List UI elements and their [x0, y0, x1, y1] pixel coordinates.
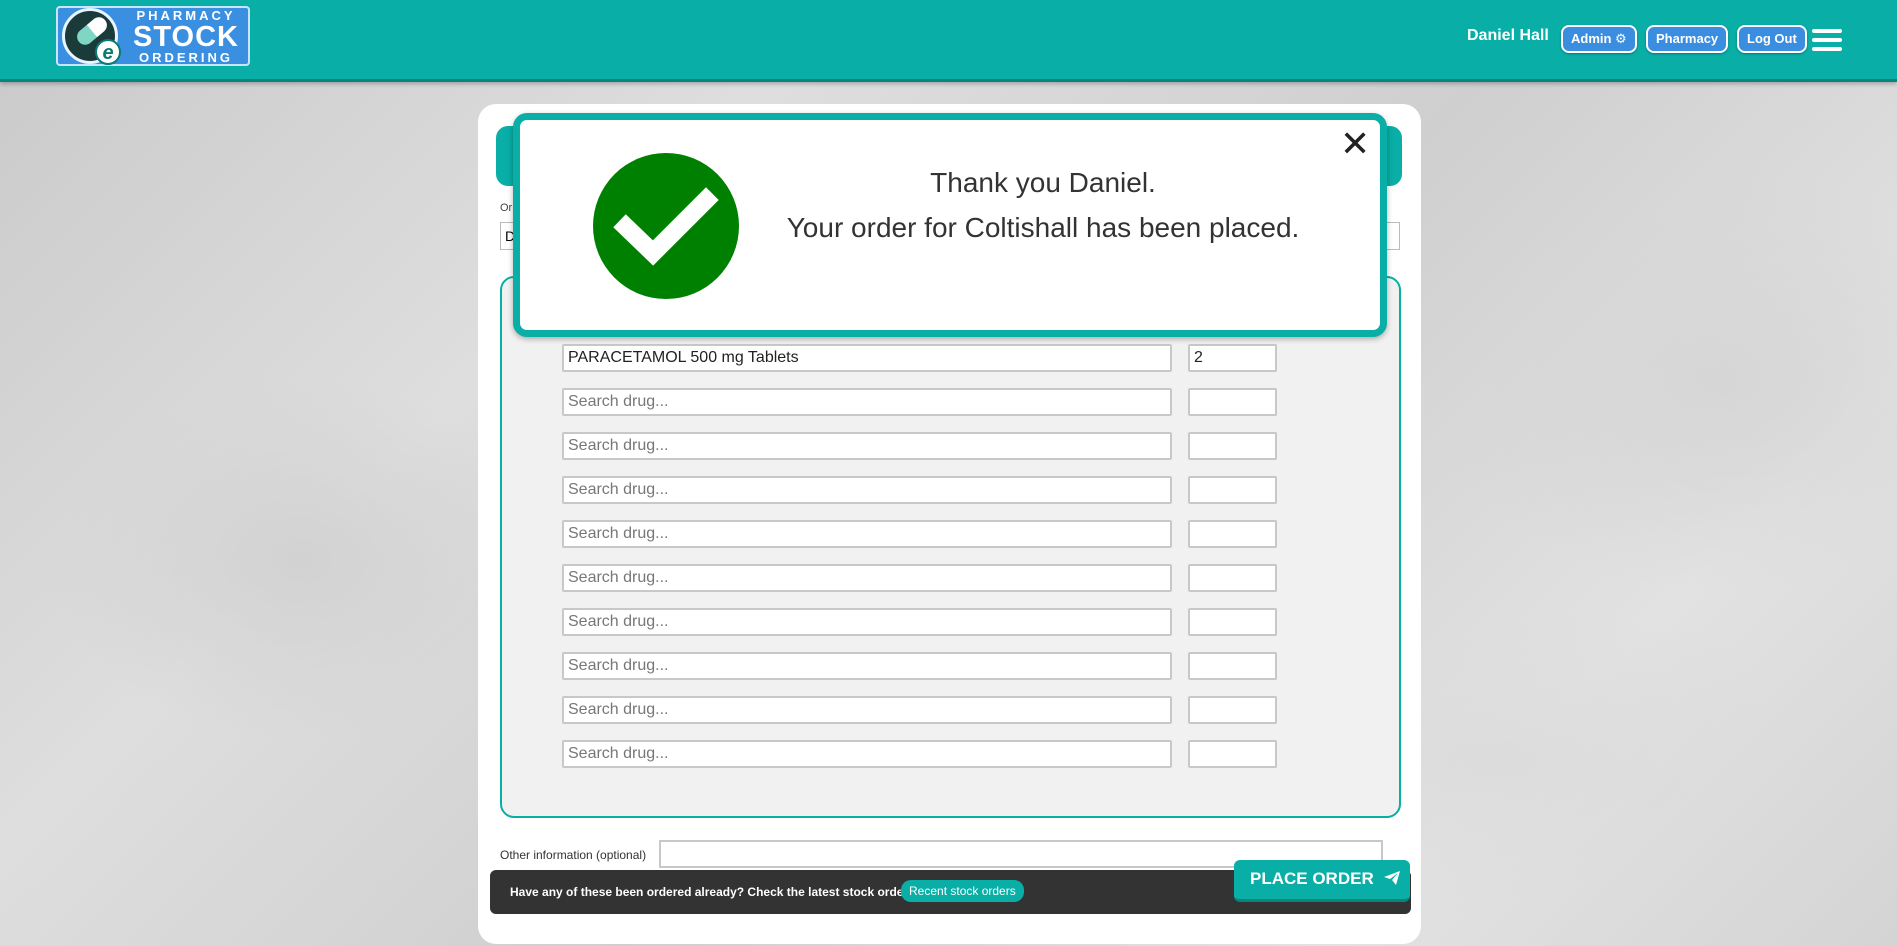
quantity-input[interactable] [1188, 344, 1277, 372]
logo-line-2: STOCK [133, 21, 239, 53]
drug-search-input[interactable] [562, 696, 1172, 724]
user-name: Daniel Hall [1467, 27, 1549, 44]
drug-search-input[interactable] [562, 564, 1172, 592]
success-message-line-1: Thank you Daniel. [930, 167, 1156, 198]
drug-search-input[interactable] [562, 740, 1172, 768]
drug-search-input[interactable] [562, 388, 1172, 416]
hamburger-bar [1812, 47, 1842, 51]
recent-orders-prompt: Have any of these been ordered already? … [510, 885, 919, 899]
drug-search-input[interactable] [562, 520, 1172, 548]
hamburger-bar [1812, 38, 1842, 42]
pill-icon: e [62, 8, 121, 65]
drug-search-input[interactable] [562, 476, 1172, 504]
order-success-modal: ✕ Thank you Daniel. Your order for Colti… [513, 113, 1387, 337]
hamburger-menu-icon[interactable] [1812, 29, 1842, 51]
quantity-input[interactable] [1188, 476, 1277, 504]
logo-e-badge: e [95, 39, 121, 65]
place-order-label: PLACE ORDER [1250, 869, 1374, 888]
logout-button[interactable]: Log Out [1737, 25, 1807, 53]
success-message-line-2: Your order for Coltishall has been place… [786, 212, 1300, 243]
success-message: Thank you Daniel. Your order for Coltish… [778, 160, 1308, 250]
paper-plane-icon [1384, 861, 1401, 899]
recent-stock-orders-button[interactable]: Recent stock orders [901, 880, 1024, 902]
top-header: e PHARMACY STOCK ORDERING Daniel Hall Ad… [0, 0, 1897, 82]
order-field-label: Or [500, 202, 513, 214]
quantity-input[interactable] [1188, 740, 1277, 768]
pharmacy-button[interactable]: Pharmacy [1646, 25, 1729, 53]
quantity-input[interactable] [1188, 432, 1277, 460]
logo-text: PHARMACY STOCK ORDERING [126, 9, 246, 65]
quantity-input[interactable] [1188, 608, 1277, 636]
close-icon[interactable]: ✕ [1340, 126, 1370, 162]
place-order-button[interactable]: PLACE ORDER [1234, 860, 1410, 902]
quantity-input[interactable] [1188, 564, 1277, 592]
drug-search-input[interactable] [562, 652, 1172, 680]
logo-line-3: ORDERING [138, 50, 234, 65]
order-footer-bar: Have any of these been ordered already? … [490, 860, 1411, 914]
admin-button[interactable]: Admin ⚙ [1561, 25, 1637, 53]
drug-search-input[interactable] [562, 608, 1172, 636]
quantity-input[interactable] [1188, 696, 1277, 724]
app-logo[interactable]: e PHARMACY STOCK ORDERING [56, 6, 250, 66]
drug-search-input[interactable] [562, 344, 1172, 372]
drug-search-input[interactable] [562, 432, 1172, 460]
drug-list-panel [500, 276, 1401, 818]
quantity-input[interactable] [1188, 652, 1277, 680]
quantity-input[interactable] [1188, 520, 1277, 548]
success-check-icon [593, 153, 739, 299]
quantity-input[interactable] [1188, 388, 1277, 416]
other-info-label: Other information (optional) [500, 848, 647, 862]
hamburger-bar [1812, 29, 1842, 33]
